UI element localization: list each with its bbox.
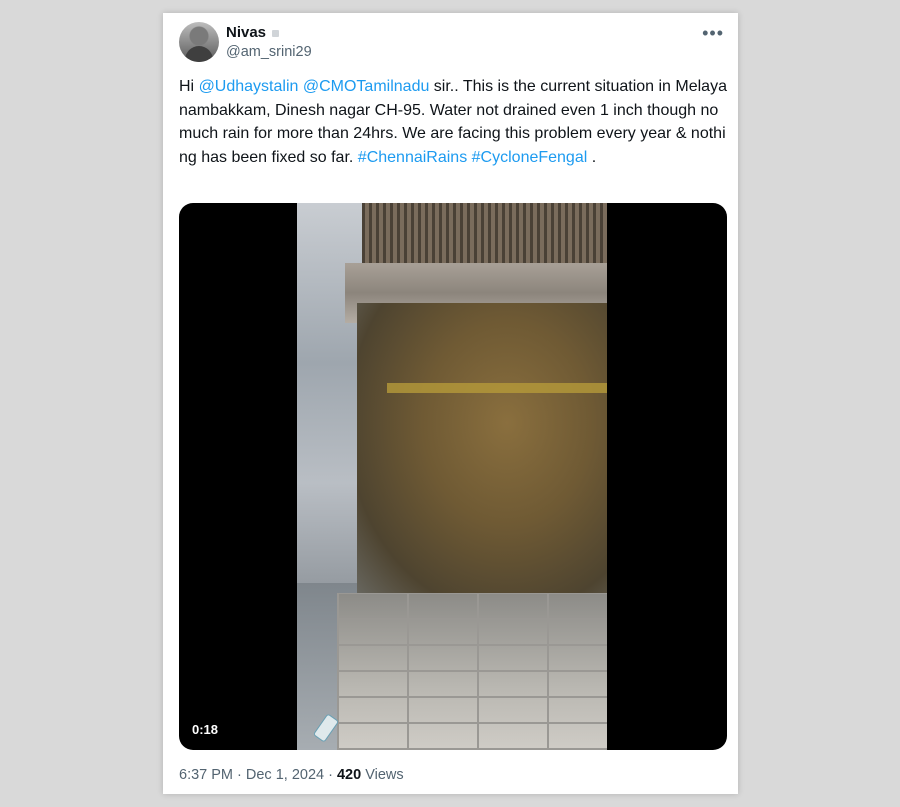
video-scene-tiles xyxy=(337,593,607,750)
avatar-silhouette xyxy=(185,46,213,62)
tweet-text: Hi @Udhaystalin @CMOTamilnadu sir.. This… xyxy=(179,75,727,169)
badge-icon xyxy=(272,29,280,37)
more-options-icon[interactable]: ••• xyxy=(702,23,724,44)
video-scene-reflection xyxy=(387,383,607,393)
views-count: 420 xyxy=(336,767,362,783)
mention-udhaystalin[interactable]: @Udhaystalin xyxy=(199,78,299,95)
user-avatar[interactable] xyxy=(179,22,219,62)
author-name[interactable]: Nivas xyxy=(226,24,280,41)
meta-separator: · xyxy=(324,767,337,783)
text-trailing: . xyxy=(587,148,597,166)
tweet-meta: 6:37 PM · Dec 1, 2024 · 420 Views xyxy=(179,767,404,783)
tweet-date[interactable]: Dec 1, 2024 xyxy=(246,767,324,783)
video-scene-flood-water xyxy=(357,303,607,603)
mention-cmotamilnadu[interactable]: @CMOTamilnadu xyxy=(303,78,430,95)
author-handle[interactable]: @am_srini29 xyxy=(226,44,312,60)
author-name-text[interactable]: Nivas xyxy=(226,24,266,41)
meta-separator: · xyxy=(233,767,246,783)
video-duration: 0:18 xyxy=(192,722,219,737)
tweet-time[interactable]: 6:37 PM xyxy=(179,767,233,783)
text-greeting: Hi xyxy=(179,78,199,95)
hashtag-chennairains[interactable]: #ChennaiRains xyxy=(358,149,467,166)
hashtag-cyclonefengal[interactable]: #CycloneFengal xyxy=(472,149,588,166)
video-player[interactable]: 0:18 xyxy=(179,203,727,750)
tweet-card: Nivas @am_srini29 ••• Hi @Udhaystalin @C… xyxy=(163,13,738,794)
views-label: Views xyxy=(361,767,404,783)
video-frame xyxy=(297,203,607,750)
